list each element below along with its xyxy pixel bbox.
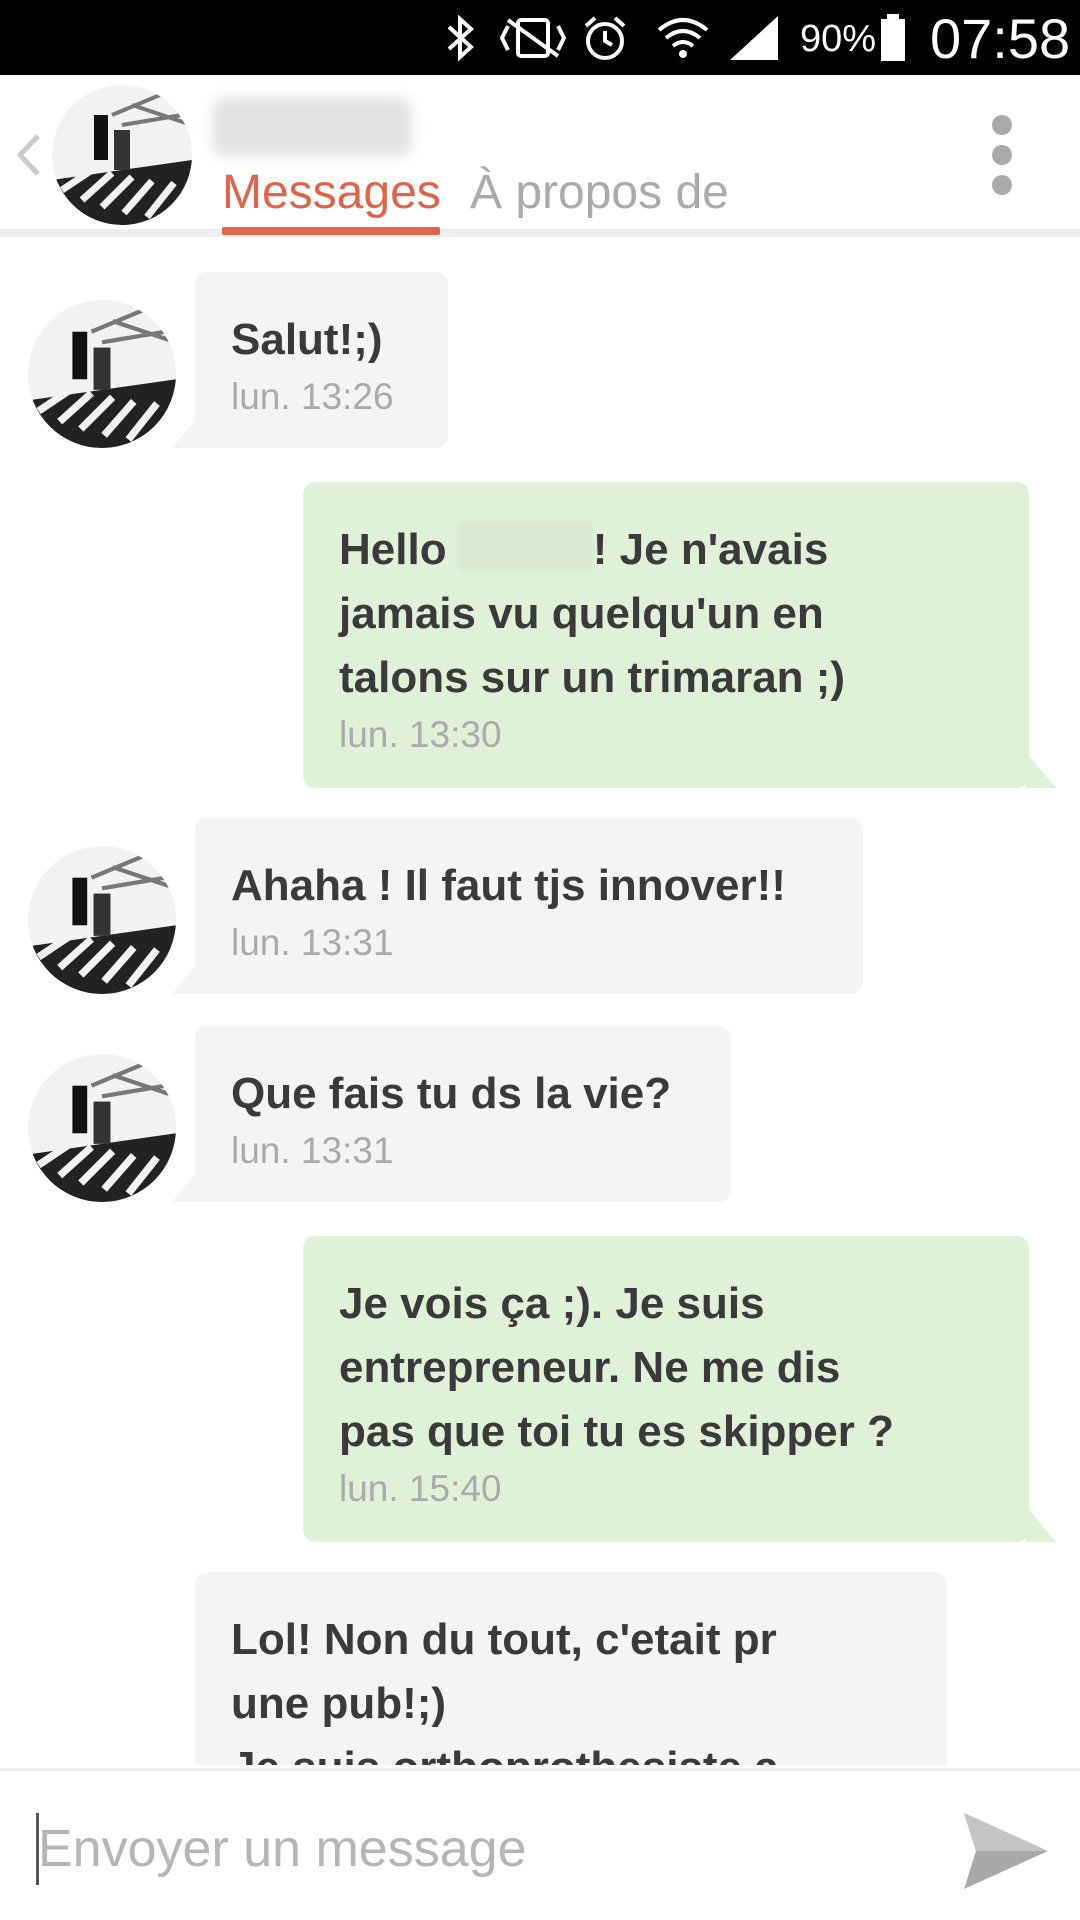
- overflow-menu-icon[interactable]: [990, 115, 1018, 195]
- message-composer: [0, 1768, 1080, 1920]
- contact-name-redacted: [212, 97, 412, 157]
- sender-avatar[interactable]: [28, 1054, 176, 1202]
- alarm-icon: [580, 14, 630, 62]
- send-icon[interactable]: [960, 1811, 1050, 1891]
- bubble-tail: [1026, 752, 1056, 788]
- incoming-message-bubble[interactable]: Salut!;) lun. 13:26: [195, 272, 448, 448]
- contact-avatar[interactable]: [52, 85, 192, 225]
- message-text: Ahaha ! Il faut tjs innover!!: [231, 861, 786, 910]
- message-time: lun. 15:40: [339, 1468, 502, 1509]
- message-list[interactable]: Salut!;) lun. 13:26 Hello ! Je n'avais j…: [0, 245, 1080, 1765]
- message-text: Hello ! Je n'avais jamais vu quelqu'un e…: [339, 518, 993, 710]
- back-arrow-icon[interactable]: [10, 130, 46, 180]
- vibrate-icon: [495, 14, 570, 62]
- sender-avatar[interactable]: [28, 300, 176, 448]
- redacted-name: [458, 522, 593, 572]
- message-text-start: Hello: [339, 525, 459, 574]
- outgoing-message-bubble[interactable]: Je vois ça ;). Je suis entrepreneur. Ne …: [303, 1236, 1029, 1542]
- wifi-icon: [655, 14, 711, 62]
- status-bar: 90% 07:58: [0, 0, 1080, 75]
- bluetooth-icon: [440, 14, 480, 62]
- message-text: Salut!;): [231, 315, 383, 364]
- signal-icon: [728, 14, 780, 62]
- battery-percent: 90%: [800, 18, 877, 60]
- bubble-tail: [1026, 1506, 1056, 1542]
- message-input[interactable]: [38, 1811, 918, 1887]
- tab-messages[interactable]: Messages: [222, 165, 441, 220]
- message-time: lun. 13:26: [231, 376, 394, 417]
- conversation-header: Messages À propos de: [0, 75, 1080, 237]
- incoming-message-bubble[interactable]: Que fais tu ds la vie? lun. 13:31: [195, 1026, 731, 1202]
- message-text: Lol! Non du tout, c'etait pr une pub!;) …: [231, 1615, 779, 1765]
- message-text: Je vois ça ;). Je suis entrepreneur. Ne …: [339, 1279, 895, 1456]
- incoming-message-bubble[interactable]: Lol! Non du tout, c'etait pr une pub!;) …: [195, 1572, 947, 1765]
- incoming-message-bubble[interactable]: Ahaha ! Il faut tjs innover!! lun. 13:31: [195, 818, 863, 994]
- active-tab-indicator: [222, 227, 440, 235]
- clock: 07:58: [930, 7, 1071, 70]
- outgoing-message-bubble[interactable]: Hello ! Je n'avais jamais vu quelqu'un e…: [303, 482, 1029, 788]
- message-time: lun. 13:31: [231, 1130, 394, 1171]
- message-time: lun. 13:31: [231, 922, 394, 963]
- message-time: lun. 13:30: [339, 714, 502, 755]
- tab-about[interactable]: À propos de: [470, 165, 729, 220]
- battery-icon: [878, 14, 908, 62]
- sender-avatar[interactable]: [28, 846, 176, 994]
- message-text: Que fais tu ds la vie?: [231, 1069, 672, 1118]
